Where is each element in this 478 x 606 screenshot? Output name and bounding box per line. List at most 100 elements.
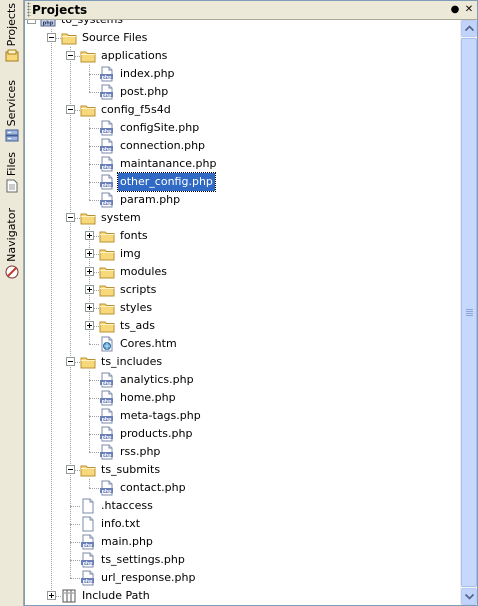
tree-folder-row[interactable]: ts_submits (25, 461, 461, 479)
side-tab-projects[interactable]: Projects (2, 3, 21, 63)
tree-item-row[interactable]: php post.php (25, 83, 461, 101)
tree-connector (89, 74, 99, 75)
drag-handle[interactable] (27, 2, 31, 17)
folder-icon (61, 33, 77, 45)
collapse-icon[interactable] (66, 465, 75, 474)
tree-connector (89, 380, 99, 381)
expand-icon[interactable] (85, 231, 94, 240)
folder-icon (80, 213, 96, 225)
tree-item-row[interactable]: php home.php (25, 389, 461, 407)
tree-item-row[interactable]: php ts_settings.php (25, 551, 461, 569)
tree-folder-row[interactable]: ts_ads (25, 317, 461, 335)
tree-connector (89, 452, 99, 453)
file-icon (82, 498, 94, 514)
expand-icon[interactable] (47, 591, 56, 600)
tree-folder-row[interactable]: Source Files (25, 29, 461, 47)
tree-item-row[interactable]: php configSite.php (25, 119, 461, 137)
collapse-icon[interactable] (66, 357, 75, 366)
expand-icon[interactable] (85, 285, 94, 294)
vertical-scrollbar[interactable] (460, 20, 477, 605)
tree-connector (89, 434, 99, 435)
tree-item-label: info.txt (101, 517, 141, 530)
tree-item-row[interactable]: php analytics.php (25, 371, 461, 389)
projects-panel: Projects ● ✕ php to_systems Source Files ap… (24, 0, 478, 606)
tree-item-label: post.php (120, 85, 169, 98)
tree-folder-row[interactable]: ts_includes (25, 353, 461, 371)
tree-item-row[interactable]: php param.php (25, 191, 461, 209)
tree-item-label: Cores.htm (120, 337, 177, 350)
tree-item-row[interactable]: info.txt (25, 515, 461, 533)
side-tab-services[interactable]: Services (2, 80, 21, 143)
tree-item-row[interactable]: php other_config.php (25, 172, 461, 192)
tree-item-row[interactable]: php main.php (25, 533, 461, 551)
tree-item-label: modules (120, 265, 167, 278)
tree-item-row[interactable]: php connection.php (25, 137, 461, 155)
collapse-icon[interactable] (47, 33, 56, 42)
collapse-icon[interactable] (66, 51, 75, 60)
collapse-icon[interactable] (66, 105, 75, 114)
tree-item-row[interactable]: .htaccess (25, 497, 461, 515)
svg-text:php: php (43, 21, 54, 27)
tree-item-row[interactable]: php contact.php (25, 479, 461, 497)
tree-folder-row[interactable]: img (25, 245, 461, 263)
tree-folder-row[interactable]: scripts (25, 281, 461, 299)
folder-icon (80, 357, 96, 369)
svg-text:php: php (102, 434, 113, 440)
tree-item-row[interactable]: php products.php (25, 425, 461, 443)
tree-item-label: to_systems (59, 20, 125, 29)
svg-text:php: php (102, 92, 113, 98)
tree-item-label: products.php (120, 427, 193, 440)
folder-icon (99, 267, 115, 279)
tree-item-row[interactable]: Include Path (25, 587, 461, 605)
pin-icon[interactable]: ● (448, 3, 462, 17)
expand-icon[interactable] (85, 303, 94, 312)
tree-item-row[interactable]: php url_response.php (25, 569, 461, 587)
tree-item-label: .htaccess (101, 499, 153, 512)
scroll-thumb[interactable] (461, 38, 477, 587)
tree-folder-row[interactable]: styles (25, 299, 461, 317)
scroll-down-button[interactable] (461, 588, 477, 605)
side-tab-navigator[interactable]: Navigator (2, 208, 21, 279)
svg-text:php: php (102, 146, 113, 152)
tree-connector (89, 416, 99, 417)
php-file-icon: php (100, 480, 113, 496)
tree-item-label: config_f5s4d (101, 103, 171, 116)
expand-icon[interactable] (85, 249, 94, 258)
tree-folder-row[interactable]: system (25, 209, 461, 227)
svg-text:php: php (83, 578, 94, 584)
side-tab-files[interactable]: Files (2, 152, 21, 193)
tree-folder-row[interactable]: config_f5s4d (25, 101, 461, 119)
svg-text:php: php (102, 182, 113, 188)
tree-item-row[interactable]: php maintanance.php (25, 155, 461, 173)
library-icon (62, 589, 76, 603)
tree-item-row[interactable]: php to_systems (25, 20, 461, 29)
tree-folder-row[interactable]: modules (25, 263, 461, 281)
tree-item-row[interactable]: php meta-tags.php (25, 407, 461, 425)
svg-text:php: php (83, 542, 94, 548)
close-icon[interactable]: ✕ (462, 3, 476, 17)
tree-connector (89, 488, 99, 489)
projects-icon (5, 49, 18, 62)
tree-connector (70, 524, 80, 525)
tree-connector (70, 578, 80, 579)
expand-icon[interactable] (85, 321, 94, 330)
tree-item-label: fonts (120, 229, 148, 242)
collapse-icon[interactable] (66, 213, 75, 222)
tree-item-label: connection.php (120, 139, 206, 152)
tree-connector (89, 182, 99, 183)
svg-text:php: php (102, 452, 113, 458)
php-file-icon: php (100, 390, 113, 406)
tree-item-row[interactable]: Cores.htm (25, 335, 461, 353)
tree-item-row[interactable]: php rss.php (25, 443, 461, 461)
php-file-icon: php (100, 372, 113, 388)
tree-item-row[interactable]: php index.php (25, 65, 461, 83)
tree-folder-row[interactable]: applications (25, 47, 461, 65)
tree-folder-row[interactable]: fonts (25, 227, 461, 245)
scroll-up-button[interactable] (461, 20, 477, 37)
svg-text:php: php (102, 416, 113, 422)
tree-connector (89, 92, 99, 93)
expand-icon[interactable] (85, 267, 94, 276)
tree-item-label: img (120, 247, 141, 260)
folder-icon (80, 465, 96, 477)
collapse-icon[interactable] (27, 20, 36, 24)
